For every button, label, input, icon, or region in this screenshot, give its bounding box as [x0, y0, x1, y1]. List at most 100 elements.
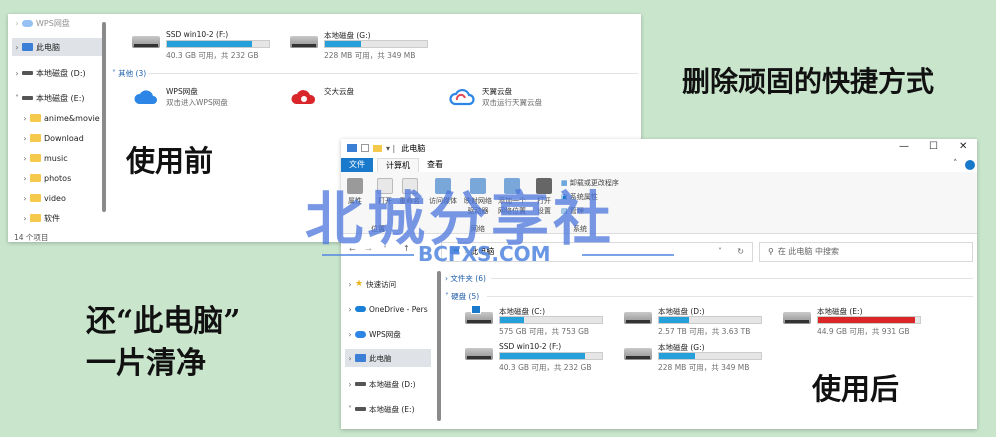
collapse-ribbon-icon[interactable]: ˄ [953, 159, 958, 169]
drive-tile[interactable]: SSD win10-2 (F:) 40.3 GB 可用，共 232 GB [465, 342, 615, 374]
sidebar-item-label: music [44, 153, 68, 163]
sidebar-item-drive-e[interactable]: ˅ 本地磁盘 (E:) [12, 89, 104, 107]
new-folder-icon[interactable] [373, 144, 382, 152]
sidebar-item-onedrive[interactable]: › OneDrive - Pers [345, 300, 431, 318]
chevron-right-icon[interactable]: › [345, 354, 355, 363]
before-label: 使用前 [126, 144, 214, 178]
sidebar-item-folder[interactable]: › anime&movie [20, 109, 112, 127]
drive-tile[interactable]: 本地磁盘 (G:) 228 MB 可用，共 349 MB [290, 30, 440, 62]
properties-icon[interactable] [361, 144, 369, 152]
group-label: 硬盘 (5) [451, 292, 480, 301]
usage-bar [324, 40, 428, 48]
sidebar-item-drive-e[interactable]: ˅ 本地磁盘 (E:) [345, 400, 431, 418]
chevron-right-icon[interactable]: › [345, 305, 355, 314]
watermark-line-left [322, 254, 414, 256]
onedrive-icon [355, 306, 366, 312]
sidebar-item-drive-d[interactable]: › 本地磁盘 (D:) [345, 375, 431, 393]
watermark-line-right [582, 254, 674, 256]
group-header-devices[interactable]: ˅ 硬盘 (5) [445, 291, 479, 302]
wps-cloud-icon [355, 330, 366, 338]
drive-capacity: 575 GB 可用，共 753 GB [499, 327, 590, 336]
chevron-right-icon[interactable]: › [20, 134, 30, 143]
sidebar-item-folder[interactable]: › video [20, 189, 112, 207]
search-input[interactable]: ⚲ 在 此电脑 中搜索 [759, 242, 973, 262]
sidebar-item-label: Download [44, 133, 84, 143]
help-icon[interactable] [965, 160, 975, 170]
item-subtitle: 双击运行天翼云盘 [482, 98, 542, 107]
sidebar-item-quick-access[interactable]: › ★ 快速访问 [345, 275, 431, 293]
chevron-right-icon[interactable]: › [20, 154, 30, 163]
sidebar-item-label: WPS网盘 [369, 329, 401, 339]
sidebar-item-label: 此电脑 [369, 353, 392, 363]
chevron-right-icon[interactable]: › [20, 214, 30, 223]
navigation-pane: › WPS网盘 › 此电脑 › 本地磁盘 (D:) ˅ 本地磁盘 (E:) › anime… [8, 14, 106, 230]
hard-drive-icon [465, 348, 493, 360]
quick-access-dropdown-icon[interactable]: ▾ | [386, 144, 395, 153]
chevron-right-icon[interactable]: › [12, 19, 22, 28]
address-dropdown-icon[interactable]: ˅ [718, 243, 722, 261]
usage-bar [166, 40, 270, 48]
caption-line-2: 一片清净 [86, 346, 206, 381]
sidebar-item-this-pc[interactable]: › 此电脑 [345, 349, 431, 367]
chevron-right-icon[interactable]: › [20, 174, 30, 183]
chevron-right-icon[interactable]: › [345, 280, 355, 289]
folder-icon [30, 114, 41, 122]
jiaoda-drive-item[interactable]: 交大云盘 [290, 86, 430, 110]
drive-tile[interactable]: 本地磁盘 (E:) 44.9 GB 可用，共 931 GB [783, 306, 933, 338]
tab-view[interactable]: 查看 [419, 158, 451, 172]
chevron-right-icon[interactable]: › [12, 69, 22, 78]
drive-capacity: 2.57 TB 可用，共 3.63 TB [658, 327, 751, 336]
close-icon[interactable]: ✕ [959, 141, 967, 152]
jiaoda-cloud-icon [290, 86, 318, 108]
refresh-icon[interactable]: ↻ [737, 243, 744, 261]
wps-drive-item[interactable]: WPS网盘 双击进入WPS网盘 [132, 86, 272, 110]
usage-bar-fill [325, 41, 361, 47]
sidebar-item-wps[interactable]: › WPS网盘 [12, 14, 104, 32]
chevron-right-icon[interactable]: › [20, 194, 30, 203]
tianyi-drive-item[interactable]: 天翼云盘 双击运行天翼云盘 [448, 86, 588, 110]
sidebar-item-folder[interactable]: › photos [20, 169, 112, 187]
tab-computer[interactable]: 计算机 [377, 158, 419, 172]
sidebar-item-wps[interactable]: › WPS网盘 [345, 325, 431, 343]
sidebar-item-folder[interactable]: › 软件 [20, 209, 112, 227]
wps-cloud-icon [132, 86, 160, 108]
chevron-down-icon[interactable]: ˅ [345, 405, 355, 414]
group-header-other[interactable]: ˅ 其他 (3) [112, 68, 146, 79]
minimize-icon[interactable]: — [899, 141, 909, 152]
drive-tile[interactable]: SSD win10-2 (F:) 40.3 GB 可用，共 232 GB [132, 30, 282, 62]
drive-name: SSD win10-2 (F:) [499, 342, 562, 351]
search-icon: ⚲ [768, 247, 774, 256]
drive-icon [355, 382, 366, 386]
group-header-folders[interactable]: › 文件夹 (6) [445, 273, 486, 284]
scrollbar[interactable] [102, 22, 106, 212]
drive-icon [355, 407, 366, 411]
usage-bar-fill [500, 317, 525, 323]
sidebar-item-folder[interactable]: › music [20, 149, 112, 167]
sidebar-item-drive-d[interactable]: › 本地磁盘 (D:) [12, 64, 104, 82]
group-label: 其他 (3) [118, 69, 147, 78]
drive-capacity: 40.3 GB 可用，共 232 GB [499, 363, 592, 372]
folder-icon [30, 174, 41, 182]
usage-bar [817, 316, 921, 324]
title-bar: ▾ | 此电脑 — ☐ ✕ [341, 139, 977, 157]
drive-tile[interactable]: 本地磁盘 (C:) 575 GB 可用，共 753 GB [465, 305, 615, 338]
sidebar-item-this-pc[interactable]: › 此电脑 [12, 38, 104, 56]
maximize-icon[interactable]: ☐ [929, 141, 938, 152]
chevron-right-icon[interactable]: › [345, 330, 355, 339]
drive-tile[interactable]: 本地磁盘 (G:) 228 MB 可用，共 349 MB [624, 342, 774, 374]
usage-bar [658, 352, 762, 360]
chevron-down-icon[interactable]: ˅ [12, 94, 22, 103]
scrollbar[interactable] [437, 271, 441, 421]
chevron-right-icon[interactable]: › [345, 380, 355, 389]
chevron-right-icon[interactable]: › [20, 114, 30, 123]
drive-icon [22, 96, 33, 100]
item-subtitle: 双击进入WPS网盘 [166, 98, 228, 107]
search-placeholder: 在 此电脑 中搜索 [777, 247, 839, 256]
item-name: 交大云盘 [324, 87, 354, 96]
folder-icon [30, 134, 41, 142]
usage-bar-fill [659, 353, 695, 359]
chevron-right-icon[interactable]: › [12, 43, 22, 52]
sidebar-item-folder[interactable]: › Download [20, 129, 112, 147]
tab-file[interactable]: 文件 [341, 158, 373, 172]
drive-tile[interactable]: 本地磁盘 (D:) 2.57 TB 可用，共 3.63 TB [624, 306, 774, 338]
